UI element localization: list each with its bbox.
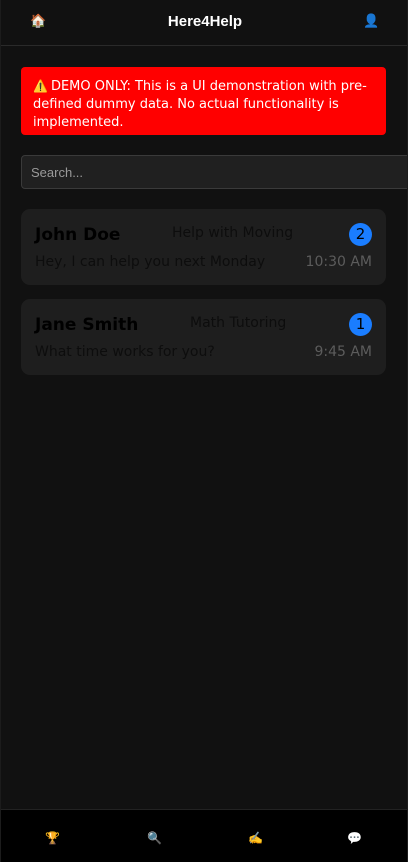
- profile-icon[interactable]: 👤: [363, 14, 379, 30]
- chat-preview: What time works for you?: [35, 344, 215, 360]
- search-icon[interactable]: 🔍: [147, 831, 162, 845]
- unread-badge: 1: [349, 313, 372, 336]
- trophy-icon[interactable]: 🏆: [45, 831, 60, 845]
- demo-warning-text: DEMO ONLY: This is a UI demonstration wi…: [33, 79, 367, 130]
- chat-contact-name: John Doe: [35, 225, 121, 245]
- chat-icon[interactable]: 💬: [347, 831, 362, 845]
- app-title: Here4Help: [167, 13, 243, 30]
- chat-item[interactable]: Jane Smith Math Tutoring 1 What time wor…: [21, 299, 386, 375]
- chat-topic: Help with Moving: [172, 225, 294, 241]
- app-screen: 🏠 Here4Help 👤 ⚠️ DEMO ONLY: This is a UI …: [0, 0, 408, 862]
- unread-badge: 2: [349, 223, 372, 246]
- warning-icon: ⚠️: [33, 79, 48, 93]
- bottom-navigation: 🏆 🔍 ✍️ 💬: [1, 809, 407, 862]
- demo-warning-banner: ⚠️ DEMO ONLY: This is a UI demonstration …: [21, 67, 386, 135]
- chat-topic: Math Tutoring: [190, 315, 287, 331]
- chat-item[interactable]: John Doe Help with Moving 2 Hey, I can h…: [21, 209, 386, 285]
- top-bar: 🏠 Here4Help 👤: [1, 0, 407, 46]
- chat-contact-name: Jane Smith: [35, 315, 139, 335]
- search-input[interactable]: [21, 155, 407, 189]
- chat-preview: Hey, I can help you next Monday: [35, 254, 266, 270]
- chat-time: 9:45 AM: [314, 344, 372, 360]
- write-icon[interactable]: ✍️: [248, 831, 263, 845]
- chat-time: 10:30 AM: [305, 254, 372, 270]
